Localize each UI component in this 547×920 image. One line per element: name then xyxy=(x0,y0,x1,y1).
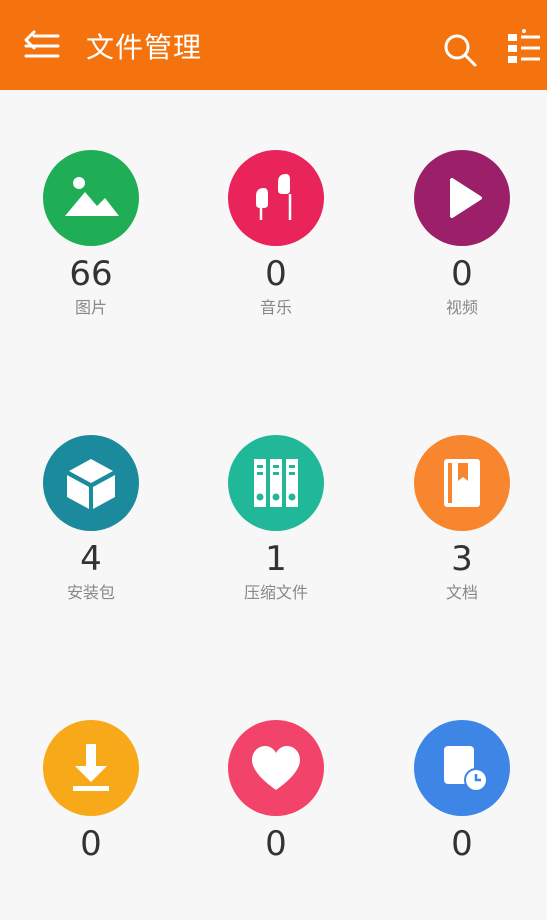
category-icon-circle xyxy=(414,720,510,816)
category-tile-favorites[interactable]: 0 xyxy=(196,720,356,920)
category-icon-circle xyxy=(228,435,324,531)
sort-view-button[interactable] xyxy=(504,28,544,68)
page-title: 文件管理 xyxy=(86,31,203,64)
category-count: 0 xyxy=(265,824,287,864)
document-icon xyxy=(444,459,480,507)
category-tile-packages[interactable]: 4 安装包 xyxy=(11,435,171,635)
category-icon-circle xyxy=(414,435,510,531)
category-label: 图片 xyxy=(74,298,107,317)
category-label: 安装包 xyxy=(66,583,115,602)
category-tile-documents[interactable]: 3 文档 xyxy=(382,435,542,635)
category-icon-circle xyxy=(43,720,139,816)
category-count: 0 xyxy=(80,824,102,864)
category-tile-videos[interactable]: 0 视频 xyxy=(382,150,542,350)
download-icon xyxy=(73,744,109,791)
box-icon xyxy=(67,459,115,509)
category-count: 0 xyxy=(451,254,473,294)
search-button[interactable] xyxy=(442,32,478,68)
category-tile-archives[interactable]: 1 压缩文件 xyxy=(196,435,356,635)
heart-icon xyxy=(252,746,300,790)
category-count: 4 xyxy=(80,539,102,579)
recent-file-clock-icon xyxy=(444,746,488,792)
category-count: 3 xyxy=(451,539,473,579)
category-tile-downloads[interactable]: 0 xyxy=(11,720,171,920)
category-tile-music[interactable]: 0 音乐 xyxy=(196,150,356,350)
category-count: 66 xyxy=(69,254,113,294)
category-label: 压缩文件 xyxy=(243,583,308,602)
category-icon-circle xyxy=(43,435,139,531)
category-icon-circle xyxy=(414,150,510,246)
category-label: 音乐 xyxy=(259,298,292,317)
category-label: 视频 xyxy=(445,298,478,317)
category-grid: 66 图片 0 音乐 0 视频 4 安装包 1 压缩文件 3 文档 0 0 0 xyxy=(0,90,547,864)
category-tile-images[interactable]: 66 图片 xyxy=(11,150,171,350)
category-count: 0 xyxy=(451,824,473,864)
category-icon-circle xyxy=(228,720,324,816)
menu-back-button[interactable] xyxy=(22,30,62,64)
category-tile-recent[interactable]: 0 xyxy=(382,720,542,920)
category-icon-circle xyxy=(228,150,324,246)
search-icon xyxy=(444,34,477,67)
category-label: 文档 xyxy=(445,583,478,602)
menu-back-icon xyxy=(24,30,60,58)
category-count: 0 xyxy=(265,254,287,294)
category-icon-circle xyxy=(43,150,139,246)
list-sort-icon xyxy=(508,29,540,63)
image-icon xyxy=(65,177,119,216)
category-count: 1 xyxy=(265,539,287,579)
play-icon xyxy=(450,178,482,218)
archive-binders-icon xyxy=(254,459,298,507)
app-header: 文件管理 xyxy=(0,0,547,90)
earphones-icon xyxy=(256,174,292,220)
